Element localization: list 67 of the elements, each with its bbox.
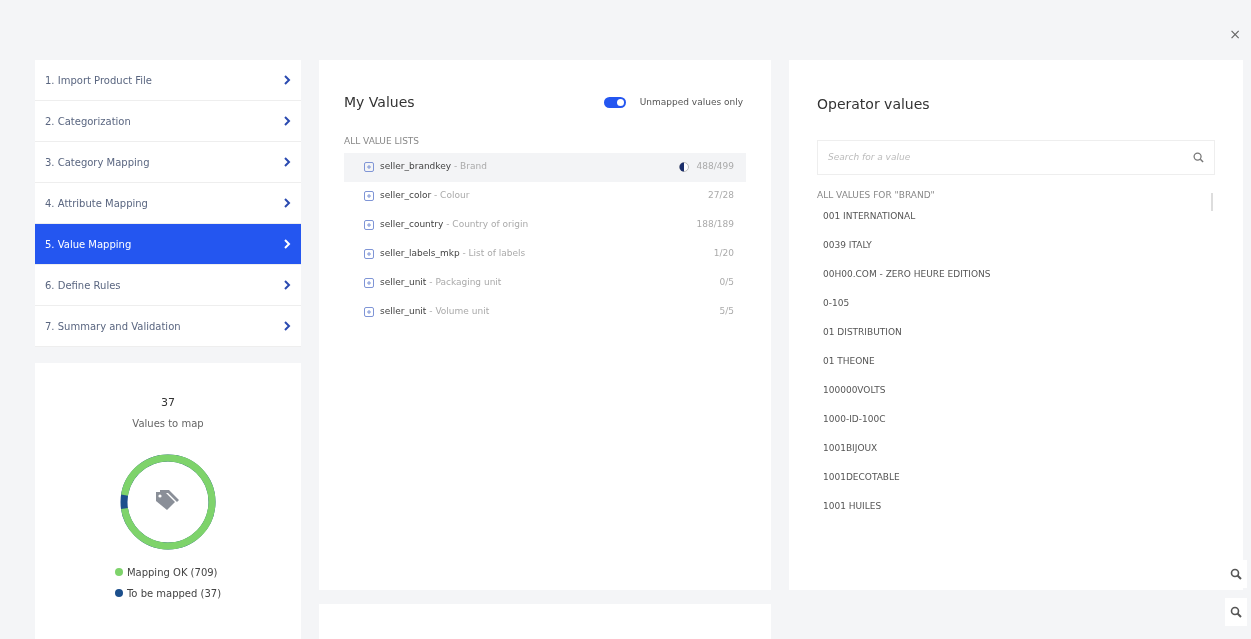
operator-value[interactable]: 1000-ID-100C <box>817 405 1215 435</box>
progress-icon <box>678 162 689 172</box>
value-count: 5/5 <box>719 305 734 319</box>
value-list-row[interactable]: seller_unit - Packaging unit 0/5 <box>344 268 746 298</box>
step-item[interactable]: 1. Import Product File <box>35 60 301 101</box>
section-label: ALL VALUES FOR "BRAND" <box>817 189 936 202</box>
legend-label: Mapping OK (709) <box>126 565 218 580</box>
value-list-row[interactable]: seller_country - Country of origin 188/189 <box>344 210 746 240</box>
panel-title: Operator values <box>817 96 930 112</box>
operator-value[interactable]: 0039 ITALY <box>817 231 1215 261</box>
step-item[interactable]: 7. Summary and Validation <box>35 306 301 347</box>
operator-value[interactable]: 1001 HUILES <box>817 492 1215 522</box>
tags-icon <box>154 489 180 512</box>
close-button[interactable]: × <box>1229 24 1241 45</box>
expand-icon[interactable] <box>364 191 374 201</box>
magnifier-icon <box>1230 606 1242 618</box>
operator-value[interactable]: 0-105 <box>817 289 1215 319</box>
value-list-row[interactable]: seller_labels_mkp - List of labels 1/20 <box>344 239 746 269</box>
step-item[interactable]: 5. Value Mapping <box>35 224 301 265</box>
operator-value[interactable]: 001 INTERNATIONAL <box>817 202 1215 232</box>
value-list-name: seller_brandkey - Brand <box>380 160 487 174</box>
chevron-right-icon <box>283 239 291 249</box>
chevron-right-icon <box>283 198 291 208</box>
operator-value[interactable]: 01 THEONE <box>817 347 1215 377</box>
expand-icon[interactable] <box>364 220 374 230</box>
value-list-row[interactable]: seller_brandkey - Brand 488/499 <box>344 152 746 182</box>
step-item[interactable]: 6. Define Rules <box>35 265 301 306</box>
search-field[interactable]: Search for a value <box>817 140 1215 175</box>
expand-icon[interactable] <box>364 162 374 172</box>
zoom-out-button[interactable] <box>1225 598 1247 626</box>
values-count: 37 <box>161 395 175 411</box>
chevron-right-icon <box>283 116 291 126</box>
step-item[interactable]: 2. Categorization <box>35 101 301 142</box>
value-count: 188/189 <box>696 218 734 232</box>
chevron-right-icon <box>283 321 291 331</box>
value-list-row[interactable]: seller_unit - Volume unit 5/5 <box>344 297 746 327</box>
toggle-switch[interactable] <box>603 97 626 108</box>
value-list-name: seller_unit - Volume unit <box>380 305 490 319</box>
operator-value[interactable]: 01 DISTRIBUTION <box>817 318 1215 348</box>
expand-icon[interactable] <box>364 307 374 317</box>
operator-value[interactable]: 00H00.COM - ZERO HEURE EDITIONS <box>817 260 1215 290</box>
chevron-right-icon <box>283 75 291 85</box>
operator-value[interactable]: 1001BIJOUX <box>817 434 1215 464</box>
value-count: 1/20 <box>713 247 734 261</box>
operator-value[interactable]: 100000VOLTS <box>817 376 1215 406</box>
chevron-right-icon <box>283 157 291 167</box>
search-icon <box>1193 152 1204 163</box>
expand-icon[interactable] <box>364 249 374 259</box>
values-caption: Values to map <box>132 416 204 431</box>
value-count: 488/499 <box>696 160 734 174</box>
value-list-row[interactable]: seller_color - Colour 27/28 <box>344 181 746 211</box>
section-label: ALL VALUE LISTS <box>344 135 421 148</box>
panel-title: My Values <box>344 93 415 112</box>
value-list-name: seller_country - Country of origin <box>380 218 529 232</box>
toggle-label: Unmapped values only <box>639 95 743 109</box>
value-list-name: seller_unit - Packaging unit <box>380 276 502 290</box>
value-list-name: seller_color - Colour <box>380 189 470 203</box>
chevron-right-icon <box>283 280 291 290</box>
operator-value[interactable]: 1001DECOTABLE <box>817 463 1215 493</box>
magnifier-icon <box>1230 568 1242 580</box>
value-list-name: seller_labels_mkp - List of labels <box>380 247 526 261</box>
value-count: 0/5 <box>719 276 734 290</box>
value-count: 27/28 <box>708 189 734 203</box>
step-item[interactable]: 3. Category Mapping <box>35 142 301 183</box>
expand-icon[interactable] <box>364 278 374 288</box>
legend-label: To be mapped (37) <box>126 586 222 601</box>
search-input[interactable]: Search for a value <box>828 150 1193 165</box>
